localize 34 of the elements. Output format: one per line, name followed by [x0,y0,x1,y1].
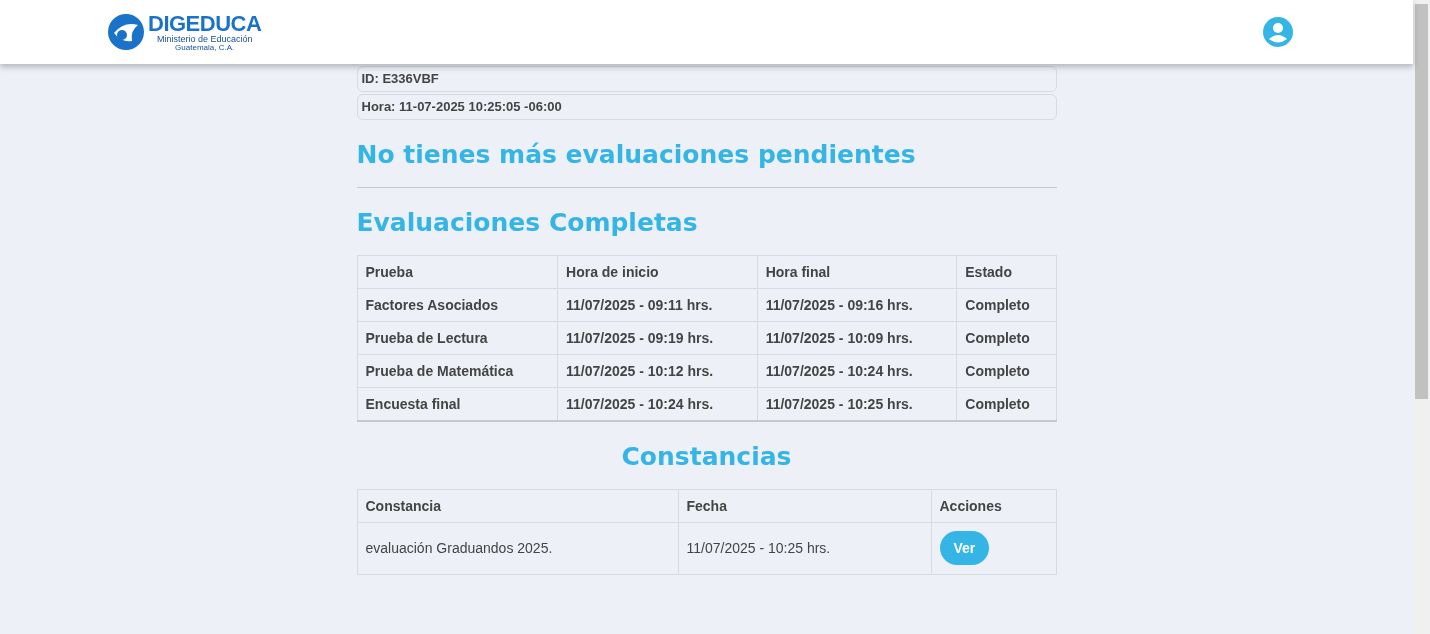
info-field: ID: E336VBF [356,66,1057,92]
table-cell: 11/07/2025 - 10:25 hrs. [678,522,931,574]
column-header: Acciones [931,489,1056,522]
table-cell: 11/07/2025 - 09:11 hrs. [557,288,758,322]
column-header: Hora de inicio [557,255,758,289]
logo-subtitle: Ministerio de Educación [156,34,253,44]
table-cell: Prueba de Matemática [357,354,558,388]
logo-title: DIGEDUCA [148,12,262,35]
column-header: Hora final [757,255,957,289]
column-header: Constancia [357,489,678,522]
table-cell: evaluación Graduandos 2025. [357,522,678,574]
table-cell: Prueba de Lectura [357,321,558,355]
user-avatar-icon[interactable] [1263,17,1293,47]
column-header: Estado [956,255,1056,289]
table-cell: 11/07/2025 - 10:24 hrs. [757,354,957,388]
pending-heading: No tienes más evaluaciones pendientes [356,140,917,169]
column-header: Fecha [678,489,931,522]
table-cell: 11/07/2025 - 10:12 hrs. [557,354,758,388]
table-cell: Encuesta final [357,387,558,421]
view-button[interactable]: Ver [939,531,990,565]
info-field: Hora: 11-07-2025 10:25:05 -06:00 [356,94,1057,120]
table-cell: Completo [956,321,1056,355]
table-cell: 11/07/2025 - 09:19 hrs. [557,321,758,355]
completed-heading: Evaluaciones Completas [356,208,699,237]
globe-logo-icon [106,13,146,51]
table-cell: Completo [956,354,1056,388]
table-cell: 11/07/2025 - 10:09 hrs. [757,321,957,355]
table-cell: Completo [956,288,1056,322]
table-cell: Factores Asociados [357,288,558,322]
certificates-heading: Constancias [620,441,793,471]
column-header: Prueba [357,255,558,289]
scrollbar[interactable] [1413,0,1430,634]
logo-location: Guatemala, C.A. [175,43,235,52]
table-cell: 11/07/2025 - 09:16 hrs. [757,288,957,322]
